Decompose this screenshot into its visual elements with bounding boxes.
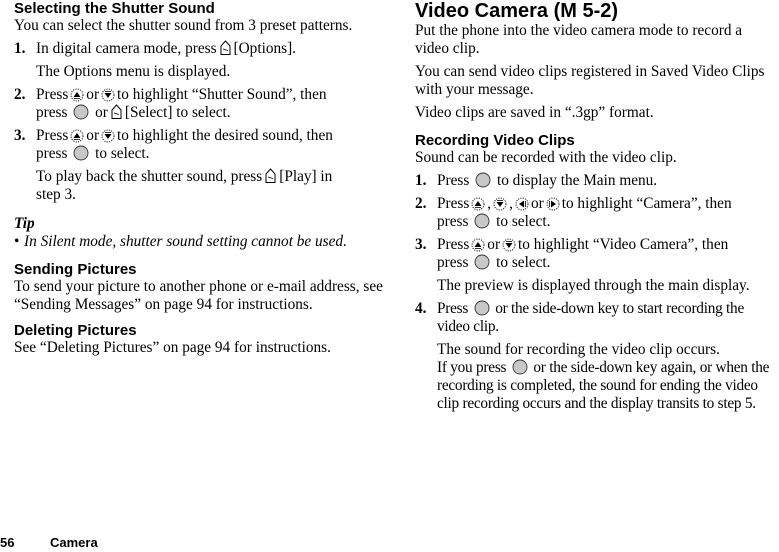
step-number: 3.: [415, 236, 427, 253]
nav-down-icon: [101, 129, 115, 143]
step-number: 3.: [14, 127, 26, 144]
soft-key-icon: [264, 168, 277, 184]
step-number: 2.: [14, 86, 26, 103]
step-text: to select.: [496, 254, 551, 271]
step-text: [Play] in: [279, 168, 333, 185]
step-text: to highlight the desired sound, then: [117, 127, 333, 144]
step-text: to highlight “Camera”, then: [561, 195, 732, 212]
step-text: press: [36, 145, 68, 162]
bullet: •: [14, 233, 20, 250]
step-text: or: [86, 127, 100, 144]
step-text: [Options].: [233, 40, 296, 57]
step-text: To play back the shutter sound, press: [36, 168, 263, 185]
step-number: 1.: [14, 40, 26, 57]
step-text: to highlight “Video Camera”, then: [518, 236, 729, 253]
sending-text: To send your picture to another phone or…: [14, 278, 383, 313]
nav-left-icon: [515, 197, 529, 211]
recording-step-4: 4. Press or the side-down key to start r…: [415, 300, 779, 336]
recording-step-2: 2. Press,, or to highlight “Camera”, then p…: [415, 195, 779, 231]
recording-step-3: 3. Press or to highlight “Video Camera”, t…: [415, 236, 779, 272]
nav-up-icon: [70, 88, 84, 102]
step-text: or: [530, 195, 544, 212]
shutter-intro: You can select the shutter sound from 3 …: [14, 17, 353, 34]
page-number: 56: [0, 535, 15, 550]
step-note: The sound for recording the video clip o…: [437, 341, 720, 358]
tip-heading: Tip: [14, 215, 35, 232]
step-text: press: [36, 104, 68, 121]
nav-down-icon: [502, 238, 516, 252]
step-text: Press: [437, 300, 469, 317]
step-text: to highlight “Shutter Sound”, then: [117, 86, 327, 103]
step-text: step 3.: [36, 186, 76, 203]
center-key-icon: [474, 254, 490, 270]
step-text: Press: [437, 172, 470, 189]
nav-down-icon: [493, 197, 507, 211]
step-number: 2.: [415, 195, 427, 212]
step-text: [Select] to select.: [124, 104, 231, 121]
nav-up-icon: [471, 238, 485, 252]
step-text: ,: [509, 195, 513, 212]
step-text: Press: [36, 127, 69, 144]
step-text: In digital camera mode, press: [36, 40, 217, 57]
step-note: The Options menu is displayed.: [36, 63, 231, 80]
video-send-info: You can send video clips registered in S…: [415, 63, 765, 98]
recording-intro: Sound can be recorded with the video cli…: [415, 149, 677, 166]
shutter-step-1: 1. In digital camera mode, press [Options…: [14, 40, 389, 58]
section-heading-sending-pictures: Sending Pictures: [14, 261, 137, 278]
nav-down-icon: [101, 88, 115, 102]
nav-up-icon: [70, 129, 84, 143]
section-heading-deleting-pictures: Deleting Pictures: [14, 322, 137, 339]
step-text: or: [86, 86, 100, 103]
step-text: to select.: [496, 213, 551, 230]
center-key-icon: [474, 300, 490, 316]
chapter-name: Camera: [50, 535, 98, 550]
soft-key-icon: [110, 104, 123, 120]
tip-item: • In Silent mode, shutter sound setting …: [14, 233, 389, 251]
step-text: Press: [437, 236, 470, 253]
step-number: 1.: [415, 172, 427, 189]
step-note: If you press or the side-down key again,…: [437, 359, 779, 413]
center-key-icon: [474, 213, 490, 229]
nav-up-icon: [471, 197, 485, 211]
center-key-icon: [475, 172, 491, 188]
step-text: ,: [487, 195, 492, 212]
section-heading-recording-video-clips: Recording Video Clips: [415, 132, 575, 149]
soft-key-icon: [219, 40, 232, 56]
step-text: or: [487, 236, 501, 253]
section-heading-shutter-sound: Selecting the Shutter Sound: [14, 0, 215, 17]
center-key-icon: [512, 359, 528, 375]
deleting-text: See “Deleting Pictures” on page 94 for i…: [14, 339, 331, 356]
step-text: If you press: [437, 359, 507, 376]
video-format-info: Video clips are saved in “.3gp” format.: [415, 104, 654, 121]
recording-step-1: 1. Press to display the Main menu.: [415, 172, 779, 190]
left-column: Selecting the Shutter Sound You can sele…: [14, 0, 389, 357]
step-note: The preview is displayed through the mai…: [437, 277, 750, 294]
step-text: Press: [437, 195, 470, 212]
page-title: Video Camera (M 5-2): [415, 0, 619, 22]
step-text: press: [437, 213, 469, 230]
right-column: Video Camera (M 5-2) Put the phone into …: [415, 0, 779, 413]
step-text: press: [437, 254, 469, 271]
nav-right-icon: [546, 197, 560, 211]
video-intro: Put the phone into the video camera mode…: [415, 22, 743, 57]
center-key-icon: [73, 145, 89, 161]
step-number: 4.: [415, 300, 427, 317]
tip-text: In Silent mode, shutter sound setting ca…: [24, 233, 347, 250]
step-text: or: [95, 104, 108, 121]
shutter-step-3: 3. Press or to highlight the desired sound…: [14, 127, 389, 163]
step-text: Press: [36, 86, 69, 103]
step-note: To play back the shutter sound, press [Pl…: [36, 168, 389, 204]
shutter-step-2: 2. Press or to highlight “Shutter Sound”, …: [14, 86, 389, 122]
step-text: to select.: [95, 145, 150, 162]
center-key-icon: [73, 104, 89, 120]
step-text: to display the Main menu.: [496, 172, 658, 189]
